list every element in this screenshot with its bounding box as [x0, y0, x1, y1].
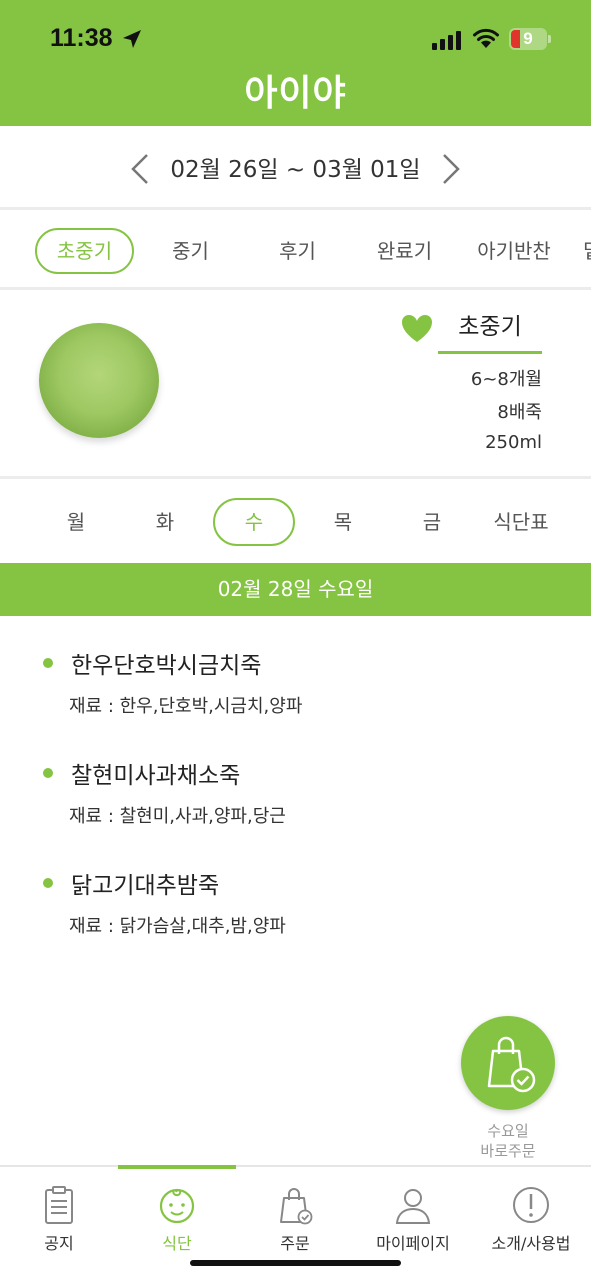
menu-item-name: 닭고기대추밤죽 [71, 873, 220, 899]
heart-leaf-icon [402, 315, 432, 342]
battery-indicator: 9 [509, 28, 551, 50]
nav-label: 식단 [162, 1234, 192, 1253]
nav-label: 소개/사용법 [491, 1234, 571, 1253]
nav-about[interactable]: 소개/사용법 [472, 1167, 590, 1257]
location-arrow-icon [123, 30, 141, 48]
day-tab-mon[interactable]: 월 [37, 498, 115, 546]
nav-order[interactable]: 주문 [236, 1167, 354, 1257]
bullet-dot-icon [43, 878, 53, 888]
week-range-label: 02월 26일 ~ 03월 01일 [170, 157, 421, 183]
nav-label: 주문 [280, 1234, 310, 1253]
day-tab-bar: 월 화 수 목 금 식단표 [0, 482, 591, 562]
quick-order-button[interactable] [461, 1016, 555, 1110]
day-tab-thu[interactable]: 목 [304, 498, 382, 546]
stage-tab-side-dish[interactable]: 아기반찬 [462, 228, 566, 274]
quick-order-label[interactable]: 수요일 바로주문 [458, 1121, 558, 1161]
battery-level: 9 [523, 29, 533, 48]
stage-volume: 250ml [485, 432, 542, 453]
menu-item-ingredients: 재료 : 한우,단호박,시금치,양파 [69, 696, 303, 717]
stage-tab-early-mid[interactable]: 초중기 [35, 228, 134, 274]
stage-ratio: 8배죽 [497, 402, 542, 423]
selected-date-bar: 02월 28일 수요일 [0, 563, 591, 616]
shopping-bag-check-icon [487, 1036, 536, 1093]
stage-name: 초중기 [438, 307, 542, 354]
clipboard-icon [45, 1186, 73, 1224]
baby-face-icon [159, 1188, 195, 1224]
menu-item-name: 찰현미사과채소죽 [71, 763, 241, 789]
day-tab-fri[interactable]: 금 [393, 498, 471, 546]
menu-item: 찰현미사과채소죽 재료 : 찰현미,사과,양파,당근 [0, 726, 591, 827]
menu-item-name: 한우단호박시금치죽 [71, 653, 262, 679]
menu-item-ingredients: 재료 : 찰현미,사과,양파,당근 [69, 806, 286, 827]
nav-label: 마이페이지 [376, 1234, 450, 1253]
nav-label: 공지 [44, 1234, 74, 1253]
bullet-dot-icon [43, 658, 53, 668]
day-tab-wed[interactable]: 수 [213, 498, 295, 546]
quick-order-text: 바로주문 [480, 1142, 536, 1160]
person-icon [395, 1189, 431, 1224]
app-logo: 아이야 [244, 73, 347, 114]
stage-tab-late[interactable]: 후기 [248, 228, 347, 274]
porridge-image [39, 323, 159, 438]
stage-age: 6~8개월 [470, 369, 542, 390]
status-time: 11:38 [50, 24, 113, 52]
nav-mypage[interactable]: 마이페이지 [354, 1167, 472, 1257]
nav-meal[interactable]: 식단 [118, 1167, 236, 1257]
stage-tab-more[interactable]: 밑 [583, 228, 591, 274]
quick-order-day: 수요일 [487, 1122, 529, 1140]
menu-item: 한우단호박시금치죽 재료 : 한우,단호박,시금치,양파 [0, 616, 591, 717]
day-tab-tue[interactable]: 화 [126, 498, 204, 546]
week-navigator: 02월 26일 ~ 03월 01일 [0, 126, 591, 210]
wifi-icon [473, 28, 499, 48]
info-circle-icon [513, 1187, 549, 1223]
home-indicator [190, 1260, 401, 1266]
stage-info-card: 초중기 6~8개월 8배죽 250ml [0, 293, 591, 479]
cellular-signal-icon [432, 31, 461, 50]
app-header: 11:38 9 아이야 [0, 0, 591, 126]
menu-item-ingredients: 재료 : 닭가슴살,대추,밤,양파 [69, 916, 286, 937]
bullet-dot-icon [43, 768, 53, 778]
stage-tab-bar: 초중기 중기 후기 완료기 아기반찬 밑 [0, 213, 591, 290]
menu-item: 닭고기대추밤죽 재료 : 닭가슴살,대추,밤,양파 [0, 836, 591, 937]
nav-notice[interactable]: 공지 [0, 1167, 118, 1257]
stage-tab-complete[interactable]: 완료기 [355, 228, 454, 274]
chevron-right-icon[interactable] [439, 152, 463, 186]
stage-tab-mid[interactable]: 중기 [141, 228, 240, 274]
day-tab-menu-table[interactable]: 식단표 [475, 498, 567, 546]
shopping-bag-icon [280, 1188, 313, 1225]
